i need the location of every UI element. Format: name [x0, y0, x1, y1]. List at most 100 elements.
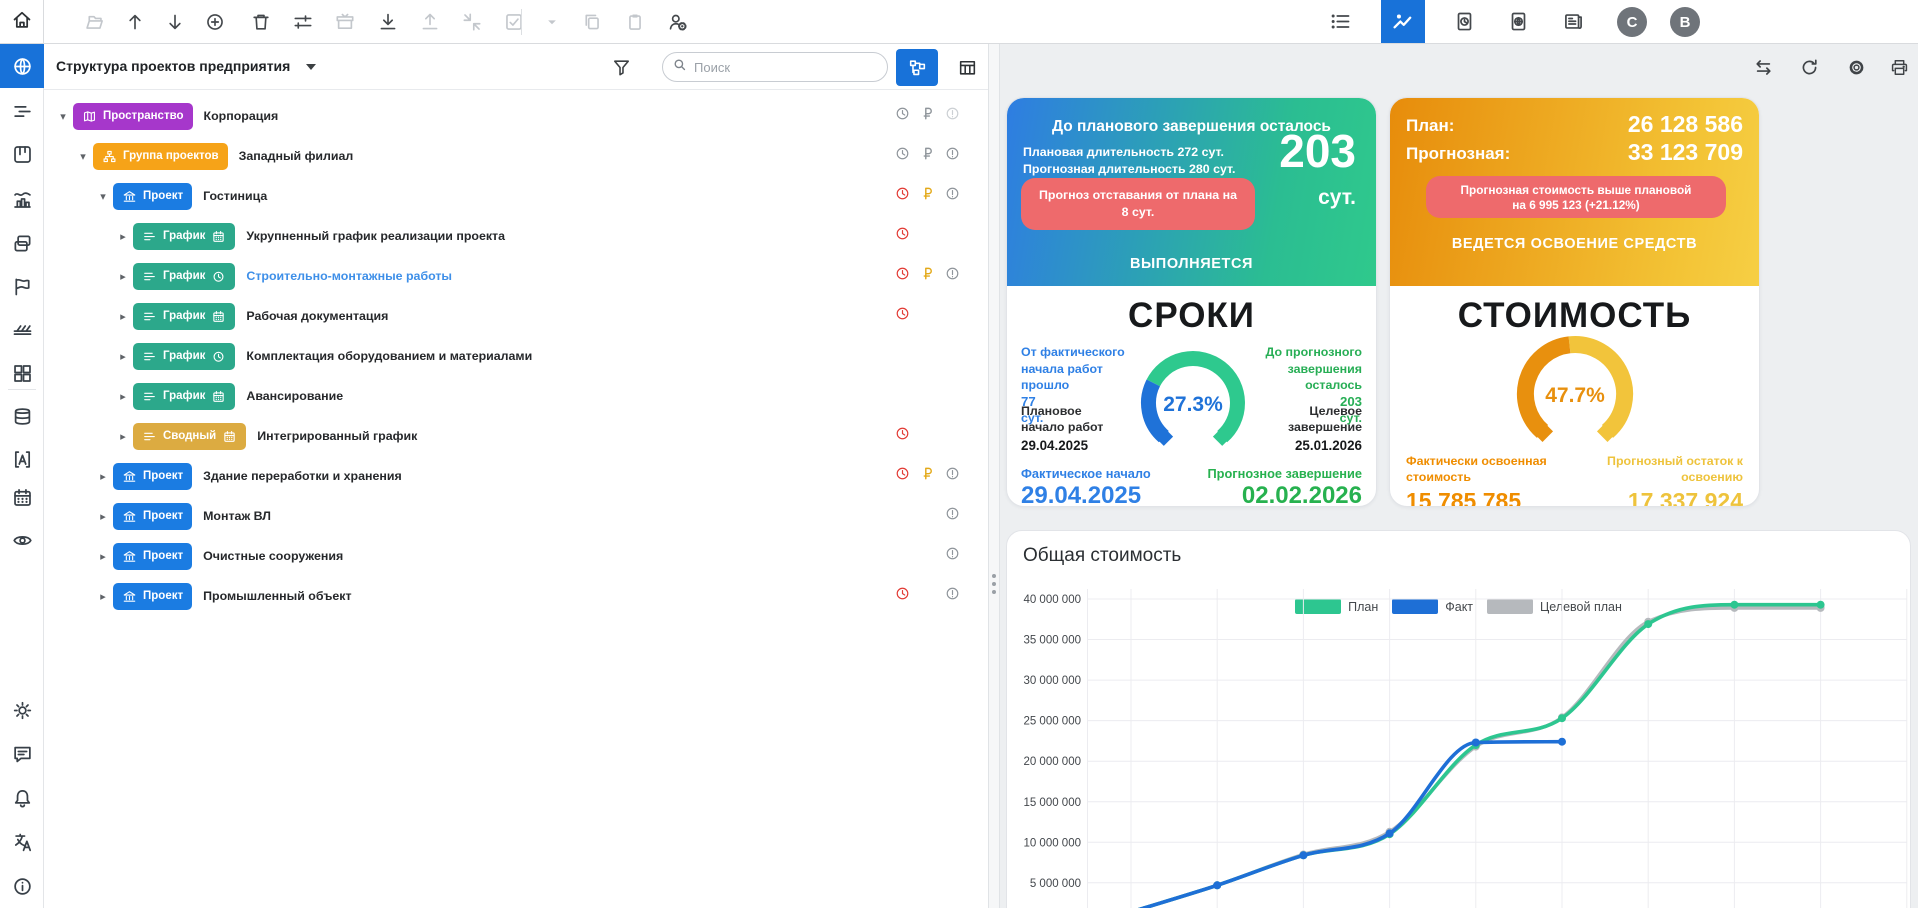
sidebar-item-brackets-a[interactable] [0, 439, 44, 479]
sidebar-item-sun[interactable] [0, 690, 44, 730]
caret-expanded-icon[interactable]: ▾ [53, 110, 73, 123]
toolbar-box-in-button[interactable] [326, 0, 364, 43]
toolbar-folder-open-button[interactable] [76, 0, 114, 43]
caret-collapsed-icon[interactable]: ▸ [113, 230, 133, 243]
sidebar-item-chart-wave[interactable] [0, 179, 44, 219]
toolbar-doc-clock-button[interactable] [1445, 0, 1483, 43]
toolbar-trash-button[interactable] [242, 0, 280, 43]
sidebar-item-kanban[interactable] [0, 134, 44, 174]
avatar-c[interactable]: C [1617, 7, 1647, 37]
copy-icon [581, 11, 603, 33]
cost-gauge: 47.7% [1480, 310, 1670, 475]
sidebar-item-grid[interactable] [0, 353, 44, 393]
forecast-finish-label: Прогнозное завершение [1207, 466, 1362, 481]
caret-collapsed-icon[interactable]: ▸ [93, 550, 113, 563]
toolbar-copy-button[interactable] [573, 0, 611, 43]
home-icon [11, 9, 33, 36]
tree-row[interactable]: ▸ГрафикАвансирование [44, 376, 988, 416]
ruble-status-icon [919, 465, 936, 487]
sidebar-item-calendar[interactable] [0, 477, 44, 517]
tree-row[interactable]: ▸ГрафикКомплектация оборудованием и мате… [44, 336, 988, 376]
toolbar-doc-globe-button[interactable] [1499, 0, 1537, 43]
table-view-button[interactable] [946, 49, 988, 86]
caret-collapsed-icon[interactable]: ▸ [113, 430, 133, 443]
sidebar-item-levels[interactable] [0, 91, 44, 131]
tree-row[interactable]: ▸СводныйИнтегрированный график [44, 416, 988, 456]
toolbar-sliders-button[interactable] [284, 0, 322, 43]
toolbar-collapse-button[interactable] [453, 0, 491, 43]
tree-row[interactable]: ▸ПроектЗдание переработки и хранения [44, 456, 988, 496]
caret-expanded-icon[interactable]: ▾ [73, 150, 93, 163]
dashboard-view-button[interactable] [1381, 0, 1425, 43]
remaining-block: Прогнозный остаток к освоению 17 337 924 [1578, 454, 1743, 507]
row-indicators [890, 376, 965, 416]
panel-title-dropdown-caret-icon[interactable] [306, 64, 316, 70]
toolbar-paste-button[interactable] [616, 0, 654, 43]
info-ind-icon [944, 585, 961, 602]
caret-collapsed-icon[interactable]: ▸ [93, 470, 113, 483]
days-remaining-value: 203 [1279, 124, 1356, 178]
caret-collapsed-icon[interactable]: ▸ [93, 590, 113, 603]
refresh-button[interactable] [1792, 48, 1826, 86]
filter-button[interactable] [606, 55, 636, 79]
sidebar-item-globe[interactable] [0, 44, 44, 88]
tree-row-label: Авансирование [246, 389, 343, 403]
toolbar-arrow-up-button[interactable] [116, 0, 154, 43]
sidebar-item-info[interactable] [0, 866, 44, 906]
toolbar-checkbox-button[interactable] [495, 0, 533, 43]
toolbar-list-button[interactable] [1321, 0, 1359, 43]
download-icon [377, 11, 399, 33]
caret-collapsed-icon[interactable]: ▸ [113, 390, 133, 403]
map-badge-icon [82, 109, 97, 124]
caret-expanded-icon[interactable]: ▾ [93, 190, 113, 203]
row-indicators [890, 496, 965, 536]
tree-row[interactable]: ▾ПространствоКорпорация [44, 96, 988, 136]
svg-text:35 000 000: 35 000 000 [1023, 635, 1081, 647]
toolbar-caret-down-button[interactable] [533, 0, 571, 43]
tree-row[interactable]: ▸ПроектМонтаж ВЛ [44, 496, 988, 536]
tree-row[interactable]: ▾Группа проектовЗападный филиал [44, 136, 988, 176]
caret-collapsed-icon[interactable]: ▸ [113, 350, 133, 363]
toolbar-download-button[interactable] [369, 0, 407, 43]
tree-row[interactable]: ▾ПроектГостиница [44, 176, 988, 216]
actual-start-label: Фактическое начало [1021, 466, 1151, 481]
tree-view-button[interactable] [896, 49, 938, 86]
home-icon [11, 9, 33, 31]
tree-row[interactable]: ▸ГрафикУкрупненный график реализации про… [44, 216, 988, 256]
tree-row[interactable]: ▸ПроектОчистные сооружения [44, 536, 988, 576]
tree-row[interactable]: ▸ПроектПромышленный объект [44, 576, 988, 616]
tree-row[interactable]: ▸ГрафикРабочая документация [44, 296, 988, 336]
sidebar-item-flag[interactable] [0, 266, 44, 306]
home-button[interactable] [0, 0, 44, 44]
toolbar-user-gear-button[interactable] [659, 0, 697, 43]
splitter-handle[interactable] [992, 574, 996, 594]
toolbar-news-button[interactable] [1554, 0, 1592, 43]
toolbar-upload-button[interactable] [411, 0, 449, 43]
swap-view-button[interactable] [1746, 48, 1780, 86]
toolbar-arrow-down-button[interactable] [156, 0, 194, 43]
row-indicators [890, 256, 965, 296]
folder-open-icon [84, 11, 106, 33]
tree-row[interactable]: ▸ГрафикСтроительно-монтажные работы [44, 256, 988, 296]
sidebar-item-translate[interactable] [0, 822, 44, 862]
print-button[interactable] [1882, 48, 1916, 86]
settings-button[interactable] [1839, 48, 1873, 86]
sidebar-item-hatch[interactable] [0, 309, 44, 349]
panel-splitter[interactable] [988, 44, 1000, 908]
toolbar-plus-circle-button[interactable] [196, 0, 234, 43]
sidebar-item-bell[interactable] [0, 778, 44, 818]
info-ind-icon [944, 465, 961, 482]
avatar-b[interactable]: B [1670, 7, 1700, 37]
sidebar-item-eye[interactable] [0, 520, 44, 560]
caret-collapsed-icon[interactable]: ▸ [93, 510, 113, 523]
actual-start-block: Фактическое начало 29.04.2025 [1021, 466, 1151, 507]
search-input[interactable] [694, 60, 864, 75]
sliders-icon [292, 11, 314, 33]
spent-value: 15 785 785 [1406, 488, 1581, 507]
grid-icon [11, 362, 34, 385]
caret-collapsed-icon[interactable]: ▸ [113, 270, 133, 283]
sidebar-item-windows[interactable] [0, 223, 44, 263]
caret-collapsed-icon[interactable]: ▸ [113, 310, 133, 323]
sidebar-item-database[interactable] [0, 396, 44, 436]
sidebar-item-comment[interactable] [0, 734, 44, 774]
